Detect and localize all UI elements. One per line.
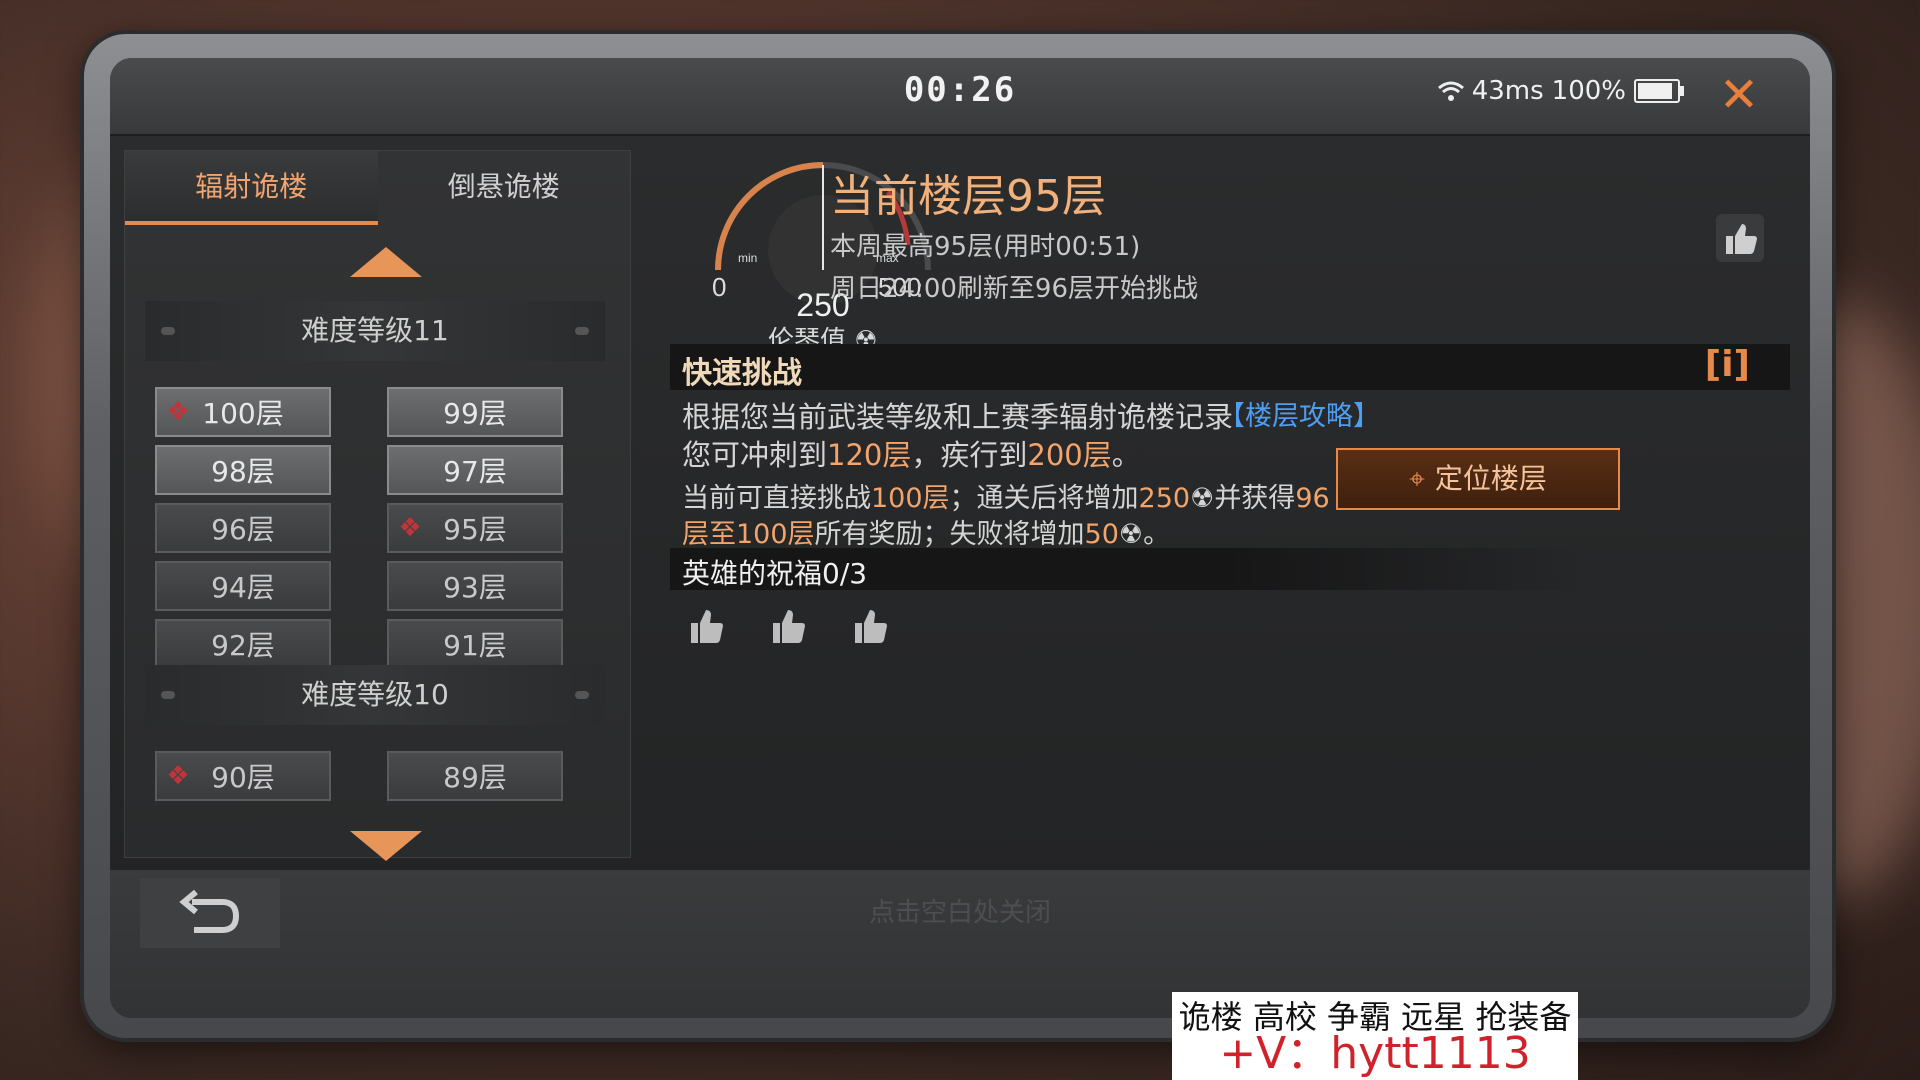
- divider-dot: [575, 327, 589, 335]
- battery-level: [1638, 83, 1672, 99]
- radiation-icon: ☢: [1118, 519, 1144, 550]
- floor-button-94[interactable]: 94层: [155, 561, 331, 611]
- hero-blessing-title: 英雄的祝福0/3: [682, 557, 868, 590]
- top-status-bar: 00:26 43ms 100% ✕: [110, 58, 1810, 136]
- thumbs-up-icon[interactable]: [770, 606, 808, 646]
- qc-text: 所有奖励；失败将增加: [814, 519, 1085, 550]
- gauge-min-label: min: [738, 251, 757, 265]
- qc-line-2: 您可冲刺到120层，疾行到200层。: [682, 432, 1141, 474]
- battery-text: 100%: [1551, 76, 1626, 106]
- floor-label: 99层: [443, 397, 507, 430]
- floor-label: 95层: [443, 513, 507, 546]
- thumbs-up-icon[interactable]: [852, 606, 890, 646]
- floor-label: 90层: [211, 761, 275, 794]
- qc-line-3: 当前可直接挑战100层；通关后将增加250☢并获得96: [682, 476, 1330, 515]
- qc-highlight: 100层: [871, 483, 950, 514]
- floor-guide-link[interactable]: 【楼层攻略】: [1218, 394, 1380, 433]
- scroll-down-arrow-icon[interactable]: [350, 831, 422, 861]
- floor-label: 89层: [443, 761, 507, 794]
- floor-button-96[interactable]: 96层: [155, 503, 331, 553]
- floor-button-92[interactable]: 92层: [155, 619, 331, 669]
- floor-button-99[interactable]: 99层: [387, 387, 563, 437]
- floor-button-93[interactable]: 93层: [387, 561, 563, 611]
- thumbs-up-icon[interactable]: [1716, 214, 1764, 262]
- wifi-icon: [1437, 81, 1464, 101]
- qc-text: 并获得: [1214, 483, 1296, 514]
- qc-text: 。: [1111, 438, 1141, 472]
- floor-label: 94层: [211, 571, 275, 604]
- game-panel: 00:26 43ms 100% ✕ 辐射诡楼 倒悬诡楼 难度等级11 ❖ 100: [110, 58, 1810, 1018]
- divider-dot: [575, 691, 589, 699]
- info-icon[interactable]: [i]: [1705, 344, 1750, 385]
- floor-button-90[interactable]: ❖ 90层: [155, 751, 331, 801]
- locate-floor-button[interactable]: ⌖ 定位楼层: [1336, 448, 1620, 510]
- status-area: 43ms 100%: [1437, 76, 1684, 106]
- current-floor-title: 当前楼层95层: [830, 171, 1106, 222]
- qc-highlight: 50: [1084, 519, 1119, 550]
- floor-button-98[interactable]: 98层: [155, 445, 331, 495]
- hero-blessing-header: 英雄的祝福0/3: [670, 548, 1590, 590]
- floor-list-panel: 辐射诡楼 倒悬诡楼 难度等级11 ❖ 100层 99层 98层 97层 96层 …: [124, 150, 631, 861]
- floor-button-91[interactable]: 91层: [387, 619, 563, 669]
- qc-highlight: 96: [1295, 483, 1330, 514]
- qc-text: ，疾行到: [911, 438, 1028, 472]
- floor-label: 100层: [202, 397, 284, 430]
- tab-radiation-tower[interactable]: 辐射诡楼: [125, 151, 378, 225]
- qc-highlight: 层至100层: [682, 519, 815, 550]
- tab-inverted-tower[interactable]: 倒悬诡楼: [378, 151, 631, 225]
- ping-text: 43ms: [1471, 76, 1544, 106]
- floor-label: 96层: [211, 513, 275, 546]
- gauge-min-value: 0: [712, 272, 726, 302]
- qc-text: ；通关后将增加: [949, 483, 1139, 514]
- radiation-mark-icon: ❖: [398, 513, 422, 543]
- overlay-watermark: 诡楼 高校 争霸 远星 抢装备 +V：hytt1113: [1172, 992, 1578, 1080]
- floor-label: 92层: [211, 629, 275, 662]
- qc-highlight: 250: [1138, 483, 1191, 514]
- level-title: 难度等级10: [301, 678, 449, 711]
- qc-highlight: 200层: [1027, 438, 1112, 472]
- scroll-up-arrow-icon[interactable]: [350, 247, 422, 277]
- floor-label: 98层: [211, 455, 275, 488]
- level-title: 难度等级11: [301, 314, 449, 347]
- divider-dot: [161, 327, 175, 335]
- quick-challenge-title: 快速挑战: [682, 356, 802, 391]
- radiation-mark-icon: ❖: [166, 761, 190, 791]
- quick-challenge-header: 快速挑战 [i]: [670, 344, 1790, 391]
- radiation-icon: ☢: [1190, 483, 1215, 514]
- floor-label: 97层: [443, 455, 507, 488]
- floor-label: 93层: [443, 571, 507, 604]
- qc-highlight: 120层: [827, 438, 912, 472]
- weekly-best-text: 本周最高95层(用时00:51): [830, 232, 1141, 262]
- level-header: 难度等级10: [145, 665, 605, 725]
- floor-button-95[interactable]: ❖ 95层: [387, 503, 563, 553]
- battery-icon: [1634, 79, 1684, 103]
- radiation-mark-icon: ❖: [166, 397, 190, 427]
- overlay-line-2: +V：hytt1113: [1219, 1028, 1531, 1079]
- floor-button-97[interactable]: 97层: [387, 445, 563, 495]
- locate-floor-label: 定位楼层: [1434, 462, 1547, 495]
- qc-line-4: 层至100层所有奖励；失败将增加50☢。: [682, 512, 1170, 551]
- crosshair-icon: ⌖: [1409, 462, 1425, 495]
- floor-label: 91层: [443, 629, 507, 662]
- close-icon[interactable]: ✕: [1712, 68, 1766, 122]
- qc-text: 您可冲刺到: [682, 438, 828, 472]
- qc-text: 当前可直接挑战: [682, 483, 871, 514]
- qc-text: 。: [1143, 519, 1171, 550]
- floor-button-100[interactable]: ❖ 100层: [155, 387, 331, 437]
- refresh-text: 周日24:00刷新至96层开始挑战: [830, 274, 1199, 304]
- floor-button-89[interactable]: 89层: [387, 751, 563, 801]
- qc-line-1: 根据您当前武装等级和上赛季辐射诡楼记录: [682, 400, 1234, 434]
- close-hint[interactable]: 点击空白处关闭: [110, 892, 1810, 929]
- thumbs-up-icon[interactable]: [688, 606, 726, 646]
- tab-bar: 辐射诡楼 倒悬诡楼: [125, 151, 630, 225]
- divider-dot: [161, 691, 175, 699]
- level-header: 难度等级11: [145, 301, 605, 361]
